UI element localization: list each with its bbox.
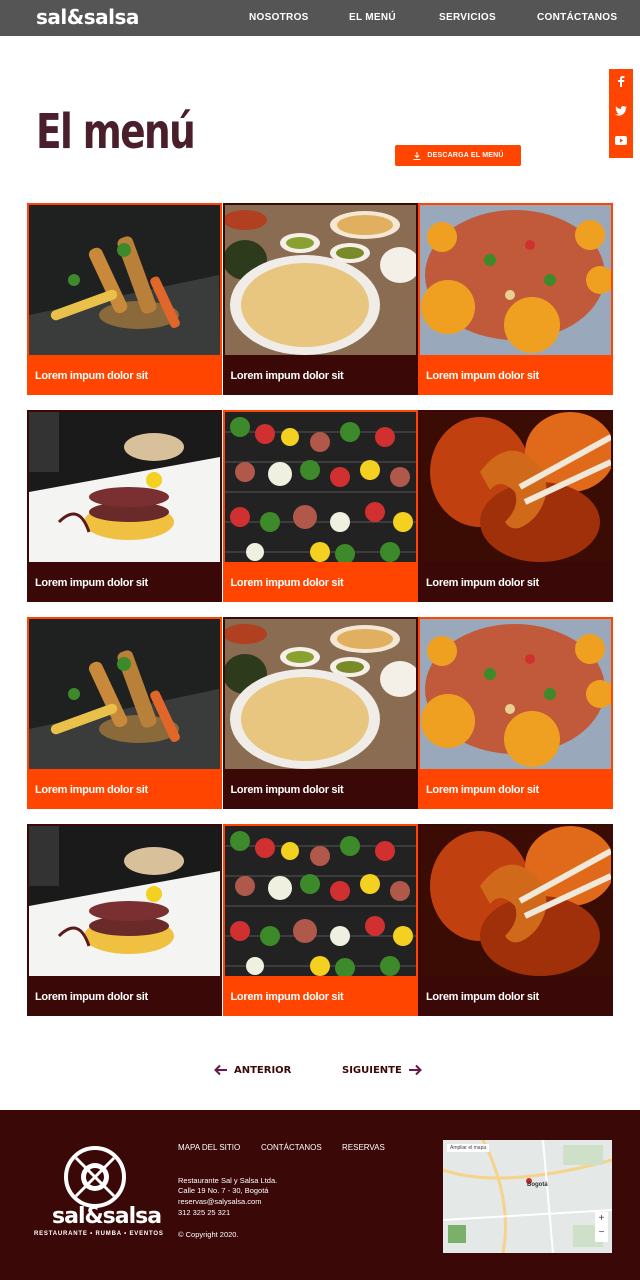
card-caption: Lorem impum dolor sit <box>230 784 344 796</box>
lamb-dish-image <box>29 205 220 355</box>
site-footer: sal&salsa RESTAURANTE • RUMBA • EVENTOS … <box>0 1110 640 1280</box>
location-map[interactable]: Ampliar el mapa Bogotá + − <box>443 1140 612 1253</box>
card-caption: Lorem impum dolor sit <box>35 370 148 382</box>
menu-card-ceviche-dish[interactable]: Lorem impum dolor sit <box>418 617 613 809</box>
youtube-icon[interactable] <box>609 127 633 156</box>
footer-logo-name: sal&salsa <box>52 1204 162 1229</box>
nav-el-menu[interactable]: EL MENÚ <box>349 12 396 23</box>
menu-card-octopus-dish[interactable]: Lorem impum dolor sit <box>27 410 222 602</box>
ceviche-dish-image <box>420 619 611 769</box>
footer-link-sitemap[interactable]: MAPA DEL SITIO <box>178 1143 240 1152</box>
gratin-dish-image <box>224 619 416 769</box>
card-caption: Lorem impum dolor sit <box>230 370 344 382</box>
plate-cutlery-icon <box>74 1156 116 1198</box>
footer-company: Restaurante Sal y Salsa Ltda. <box>178 1176 278 1185</box>
footer-link-contact[interactable]: CONTÁCTANOS <box>261 1143 322 1152</box>
download-icon <box>413 151 421 160</box>
footer-email[interactable]: reservas@salysalsa.com <box>178 1197 261 1206</box>
skewers-dish-image <box>224 826 416 976</box>
footer-copyright: © Copyright 2020. <box>178 1230 239 1239</box>
card-caption: Lorem impum dolor sit <box>426 784 539 796</box>
footer-logo-emblem <box>64 1146 126 1208</box>
facebook-icon[interactable] <box>609 69 633 98</box>
menu-row: Lorem impum dolor sit Lorem impum dolor … <box>27 410 613 602</box>
ceviche-dish-image <box>420 205 611 355</box>
menu-card-ceviche-dish[interactable]: Lorem impum dolor sit <box>418 203 613 395</box>
map-tiles <box>443 1140 612 1253</box>
nav-servicios[interactable]: SERVICIOS <box>439 12 496 23</box>
card-caption: Lorem impum dolor sit <box>35 991 148 1003</box>
footer-address: Calle 19 No. 7 - 30, Bogotá <box>178 1186 269 1195</box>
card-caption: Lorem impum dolor sit <box>35 784 148 796</box>
download-menu-button[interactable]: DESCARGA EL MENÚ <box>395 145 521 166</box>
site-logo[interactable]: sal&salsa <box>36 5 139 29</box>
card-caption: Lorem impum dolor sit <box>426 991 539 1003</box>
menu-card-shrimp-dish[interactable]: Lorem impum dolor sit <box>418 824 613 1016</box>
card-caption: Lorem impum dolor sit <box>230 991 344 1003</box>
card-caption: Lorem impum dolor sit <box>230 577 344 589</box>
footer-link-reservations[interactable]: RESERVAS <box>342 1143 385 1152</box>
previous-page-label: ANTERIOR <box>234 1064 292 1076</box>
menu-card-gratin-dish[interactable]: Lorem impum dolor sit <box>222 203 418 395</box>
lamb-dish-image <box>29 619 220 769</box>
previous-page-button[interactable]: ANTERIOR <box>214 1064 291 1076</box>
map-enlarge-link[interactable]: Ampliar el mapa <box>447 1144 490 1152</box>
page-title: El menú <box>36 104 196 160</box>
menu-card-octopus-dish[interactable]: Lorem impum dolor sit <box>27 824 222 1016</box>
octopus-dish-image <box>29 412 220 562</box>
arrow-left-icon <box>214 1064 227 1076</box>
next-page-button[interactable]: SIGUIENTE <box>342 1064 422 1076</box>
nav-nosotros[interactable]: NOSOTROS <box>249 12 309 23</box>
menu-card-gratin-dish[interactable]: Lorem impum dolor sit <box>222 617 418 809</box>
download-menu-label: DESCARGA EL MENÚ <box>427 152 504 159</box>
shrimp-dish-image <box>420 826 611 976</box>
footer-logo-tagline: RESTAURANTE • RUMBA • EVENTOS <box>34 1231 164 1237</box>
social-sidebar <box>609 69 633 158</box>
footer-phone: 312 325 25 321 <box>178 1208 231 1217</box>
menu-card-shrimp-dish[interactable]: Lorem impum dolor sit <box>418 410 613 602</box>
menu-row: Lorem impum dolor sit Lorem impum dolor … <box>27 617 613 809</box>
menu-card-lamb-dish[interactable]: Lorem impum dolor sit <box>27 617 222 809</box>
card-caption: Lorem impum dolor sit <box>35 577 148 589</box>
arrow-right-icon <box>408 1064 422 1076</box>
menu-row: Lorem impum dolor sit Lorem impum dolor … <box>27 203 613 395</box>
skewers-dish-image <box>224 412 416 562</box>
gratin-dish-image <box>224 205 416 355</box>
menu-card-skewers-dish[interactable]: Lorem impum dolor sit <box>222 410 418 602</box>
twitter-icon[interactable] <box>609 98 633 127</box>
nav-contactanos[interactable]: CONTÁCTANOS <box>537 12 617 23</box>
card-caption: Lorem impum dolor sit <box>426 577 539 589</box>
shrimp-dish-image <box>420 412 611 562</box>
top-navigation-bar: sal&salsa NOSOTROS EL MENÚ SERVICIOS CON… <box>0 0 640 36</box>
map-zoom-control[interactable]: + − <box>595 1212 608 1242</box>
octopus-dish-image <box>29 826 220 976</box>
menu-card-lamb-dish[interactable]: Lorem impum dolor sit <box>27 203 222 395</box>
next-page-label: SIGUIENTE <box>342 1064 402 1076</box>
card-caption: Lorem impum dolor sit <box>426 370 539 382</box>
menu-row: Lorem impum dolor sit Lorem impum dolor … <box>27 824 613 1016</box>
map-city-label: Bogotá <box>527 1182 548 1188</box>
menu-card-skewers-dish[interactable]: Lorem impum dolor sit <box>222 824 418 1016</box>
